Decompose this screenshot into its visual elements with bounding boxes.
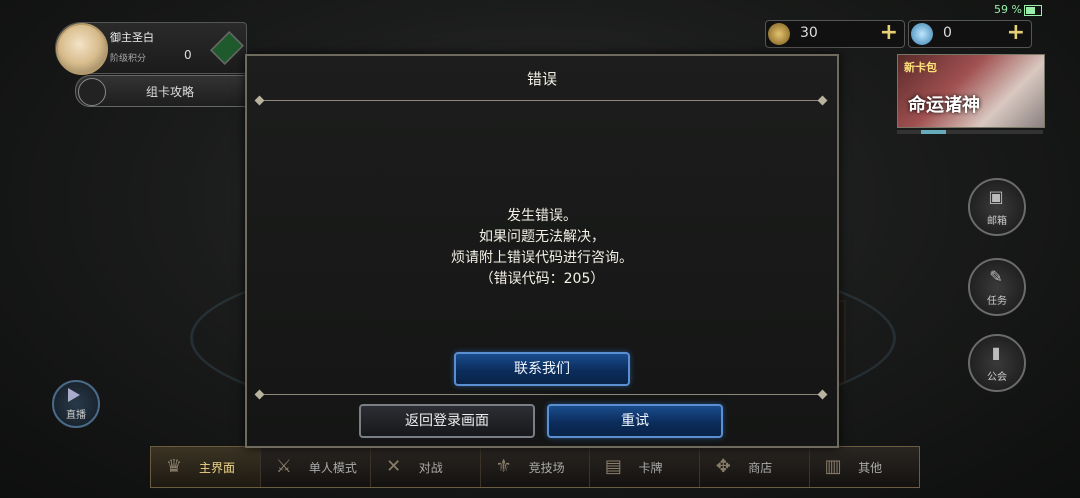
avatar[interactable]	[56, 23, 108, 75]
nav-home[interactable]: ♛ 主界面	[151, 447, 261, 487]
rank-label: 阶级积分	[110, 54, 147, 64]
scroll-icon: ✎	[989, 267, 1003, 286]
nav-arena[interactable]: ⚜ 竞技场	[481, 447, 591, 487]
nav-label: 商店	[748, 461, 773, 475]
add-gold-button[interactable]: +	[880, 21, 898, 45]
back-to-login-button[interactable]: 返回登录画面	[359, 404, 535, 438]
deck-guide-button[interactable]: 组卡攻略	[75, 75, 249, 107]
error-line: 发生错误。	[507, 208, 577, 224]
dialog-title: 错误	[526, 70, 557, 88]
retry-button[interactable]: 重试	[547, 404, 723, 438]
guild-button[interactable]: ▮ 公会	[968, 334, 1026, 392]
contact-us-button[interactable]: 联系我们	[454, 352, 630, 386]
cards-icon: ▤	[604, 456, 622, 477]
player-name: 御主圣白	[110, 31, 154, 44]
mission-label: 任务	[987, 296, 1007, 307]
bottom-navigation: ♛ 主界面 ⚔ 单人模式 ✕ 对战 ⚜ 竞技场 ▤ 卡牌 ✥ 商店 ▥ 其他	[150, 446, 920, 488]
live-label: 直播	[66, 410, 86, 421]
hat-icon: ♛	[165, 456, 183, 477]
rank-score: 0	[184, 48, 192, 62]
divider	[259, 100, 823, 101]
battery-level: 59 %	[994, 3, 1022, 16]
new-pack-banner[interactable]: 新卡包 命运诸神	[897, 54, 1045, 128]
bookmark-icon: ▮	[991, 343, 1001, 362]
rank-emblem-icon	[210, 31, 244, 65]
battery-icon	[1024, 5, 1042, 16]
divider	[259, 394, 823, 395]
error-line: 烦请附上错误代码进行咨询。	[451, 250, 633, 266]
add-crystal-button[interactable]: +	[1007, 21, 1025, 45]
crystal-icon	[911, 23, 933, 45]
error-dialog: 错误 发生错误。 如果问题无法解决， 烦请附上错误代码进行咨询。 （错误代码：2…	[245, 54, 839, 448]
gold-coin-icon	[768, 23, 790, 45]
banner-pager	[897, 130, 1043, 134]
sword-icon: ⚔	[275, 456, 292, 477]
deck-guide-label: 组卡攻略	[146, 85, 195, 99]
mailbox-button[interactable]: ▣ 邮箱	[968, 178, 1026, 236]
cards-icon	[78, 78, 106, 106]
crystal-currency: 0 +	[908, 20, 1032, 48]
play-icon	[68, 388, 80, 402]
mailbox-label: 邮箱	[987, 216, 1007, 227]
nav-shop[interactable]: ✥ 商店	[700, 447, 811, 487]
live-stream-button[interactable]: 直播	[52, 380, 100, 428]
nav-label: 竞技场	[528, 461, 565, 475]
error-line: 如果问题无法解决，	[479, 229, 605, 245]
mission-button[interactable]: ✎ 任务	[968, 258, 1026, 316]
error-code: （错误代码：205）	[479, 271, 605, 287]
gold-amount: 30	[800, 25, 818, 41]
nav-label: 主界面	[199, 461, 236, 475]
banner-tag: 新卡包	[904, 61, 937, 74]
nav-label: 其他	[858, 461, 883, 475]
guild-label: 公会	[987, 372, 1007, 383]
nav-label: 对战	[418, 461, 443, 475]
more-icon: ▥	[824, 456, 842, 477]
nav-cards[interactable]: ▤ 卡牌	[590, 447, 701, 487]
arena-icon: ⚜	[495, 456, 512, 477]
crossed-swords-icon: ✕	[386, 456, 402, 477]
banner-title: 命运诸神	[908, 95, 980, 116]
nav-solo[interactable]: ⚔ 单人模式	[261, 447, 371, 487]
nav-battle[interactable]: ✕ 对战	[371, 447, 481, 487]
gold-currency: 30 +	[765, 20, 905, 48]
player-profile[interactable]: 御主圣白 阶级积分 0	[55, 22, 247, 75]
shop-icon: ✥	[715, 456, 731, 477]
nav-other[interactable]: ▥ 其他	[810, 447, 919, 487]
nav-label: 卡牌	[638, 461, 663, 475]
crystal-amount: 0	[943, 25, 952, 41]
nav-label: 单人模式	[308, 461, 357, 475]
gift-box-icon: ▣	[988, 187, 1004, 206]
error-message: 发生错误。 如果问题无法解决， 烦请附上错误代码进行咨询。 （错误代码：205）	[247, 206, 837, 290]
